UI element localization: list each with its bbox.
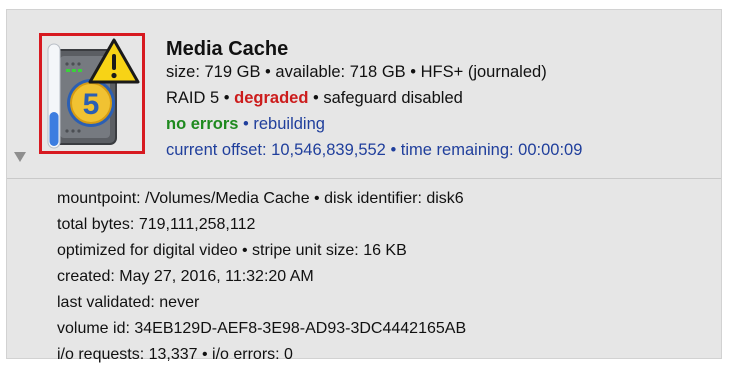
rebuild-status: rebuilding (253, 115, 325, 133)
raid-status-line: RAID 5 • degraded • safeguard disabled (166, 88, 463, 108)
degraded-status: degraded (234, 89, 309, 107)
rebuild-progress-line: current offset: 10,546,839,552 • time re… (166, 141, 583, 159)
detail-last-validated: last validated: never (57, 294, 200, 311)
volume-header[interactable]: 5 Media Cache size: 719 GB • available: … (7, 10, 721, 178)
disclosure-triangle-icon[interactable] (14, 152, 26, 162)
raid-level-text: RAID 5 • (166, 89, 235, 107)
volume-name: Media Cache (166, 38, 289, 60)
raid-volume-icon: 5 (47, 38, 140, 149)
raid-level-badge: 5 (83, 88, 100, 121)
detail-io: i/o requests: 13,337 • i/o errors: 0 (57, 346, 293, 363)
error-status-line: no errors • rebuilding (166, 114, 325, 134)
detail-total-bytes: total bytes: 719,111,258,112 (57, 216, 256, 233)
detail-volume-id: volume id: 34EB129D-AEF8-3E98-AD93-3DC44… (57, 320, 467, 337)
detail-optimization: optimized for digital video • stripe uni… (57, 242, 407, 259)
status-separator: • (238, 115, 254, 133)
header-divider (7, 178, 721, 179)
volume-panel: 5 Media Cache size: 719 GB • available: … (6, 9, 722, 363)
errors-status: no errors (166, 115, 239, 133)
detail-created: created: May 27, 2016, 11:32:20 AM (57, 268, 314, 285)
detail-mountpoint: mountpoint: /Volumes/Media Cache • disk … (57, 190, 464, 207)
volume-details: mountpoint: /Volumes/Media Cache • disk … (57, 186, 466, 368)
safeguard-status: • safeguard disabled (308, 89, 463, 107)
volume-size-line: size: 719 GB • available: 718 GB • HFS+ … (166, 63, 547, 81)
volume-icon-highlight: 5 (39, 33, 145, 154)
